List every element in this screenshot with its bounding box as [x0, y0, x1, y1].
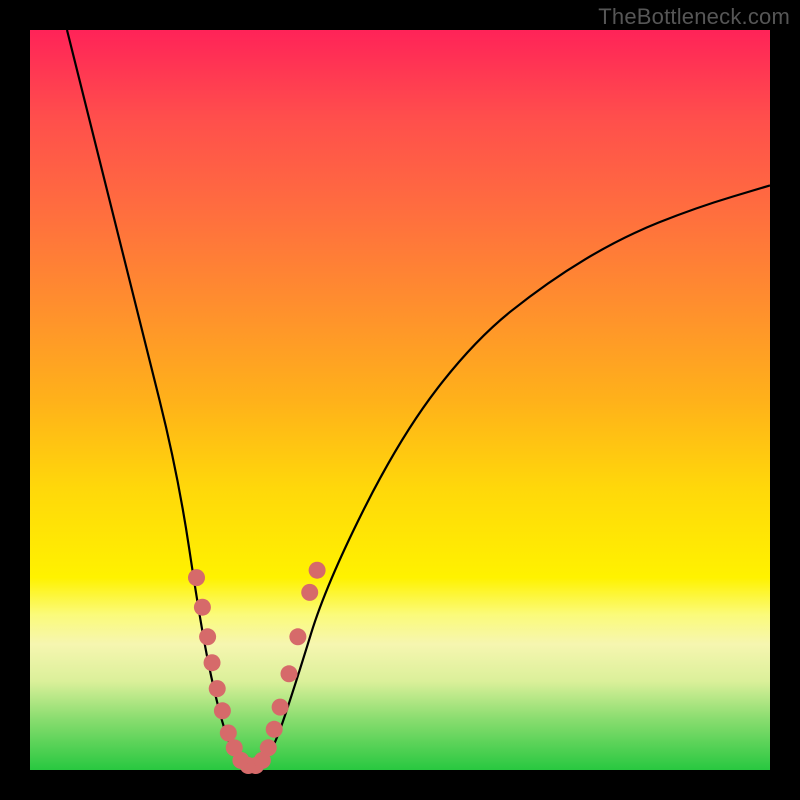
curve-marker [188, 569, 205, 586]
watermark-text: TheBottleneck.com [598, 4, 790, 30]
curve-marker [309, 562, 326, 579]
curve-marker [281, 665, 298, 682]
curve-marker [260, 739, 277, 756]
curve-marker [289, 628, 306, 645]
curve-marker [272, 699, 289, 716]
curve-marker [194, 599, 211, 616]
curve-marker [199, 628, 216, 645]
curve-markers [188, 562, 326, 774]
curve-marker [266, 721, 283, 738]
plot-area [30, 30, 770, 770]
curve-marker [301, 584, 318, 601]
chart-frame: TheBottleneck.com [0, 0, 800, 800]
curve-marker [214, 702, 231, 719]
curve-marker [204, 654, 221, 671]
curve-layer [30, 30, 770, 770]
bottleneck-curve [67, 30, 770, 766]
curve-marker [220, 725, 237, 742]
curve-marker [209, 680, 226, 697]
